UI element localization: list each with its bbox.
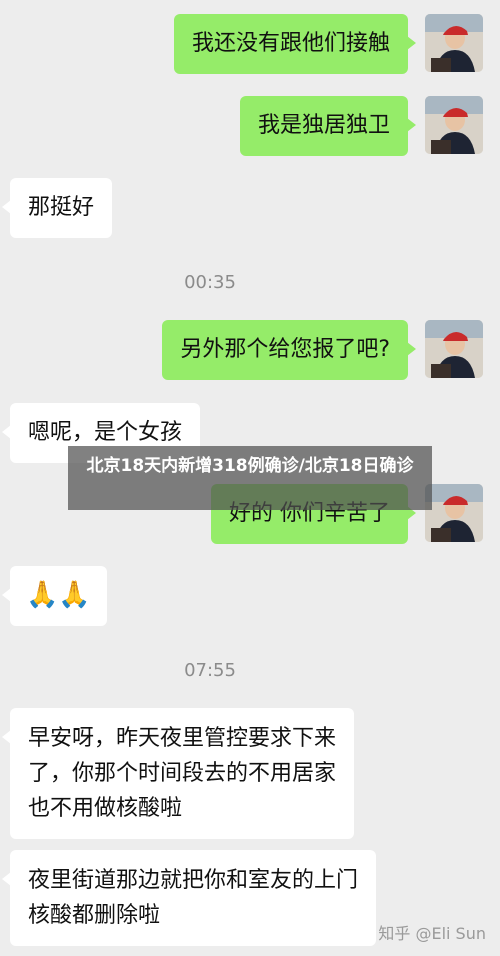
incoming-message-bubble[interactable]: 夜里街道那边就把你和室友的上门 核酸都删除啦: [1, 850, 377, 946]
my-avatar[interactable]: [425, 320, 483, 378]
message-text-line: 也不用做核酸啦: [28, 796, 183, 821]
message-text-line: 夜里街道那边就把你和室友的上门: [28, 868, 359, 893]
timestamp: 07:55: [184, 660, 236, 681]
message-text: 我是独居独卫: [257, 113, 390, 138]
message-text-line: 早安呀，昨天夜里管控要求下来: [28, 726, 337, 751]
message-text: 那挺好: [28, 195, 95, 220]
avatar-image-icon: [425, 96, 483, 154]
outgoing-message-bubble[interactable]: 我是独居独卫: [239, 96, 417, 156]
message-text-line: 了，你那个时间段去的不用居家: [28, 761, 337, 786]
message-text-line: 核酸都删除啦: [28, 903, 161, 928]
message-text: 另外那个给您报了吧?: [180, 337, 390, 362]
zhihu-watermark: 知乎 @Eli Sun: [378, 924, 486, 943]
timestamp: 00:35: [184, 272, 236, 293]
news-title-overlay: 北京18天内新增318例确诊/北京18日确诊: [68, 446, 432, 510]
pray-hands-emoji: 🙏🙏: [26, 580, 91, 610]
my-avatar[interactable]: [425, 484, 483, 542]
my-avatar[interactable]: [425, 14, 483, 72]
message-text: 嗯呢，是个女孩: [28, 420, 183, 445]
avatar-image-icon: [425, 14, 483, 72]
overlay-title-text: 北京18天内新增318例确诊/北京18日确诊: [86, 456, 414, 476]
avatar-image-icon: [425, 320, 483, 378]
outgoing-message-bubble[interactable]: 我还没有跟他们接触: [173, 14, 417, 74]
avatar-image-icon: [425, 484, 483, 542]
incoming-message-bubble[interactable]: 那挺好: [1, 178, 113, 238]
my-avatar[interactable]: [425, 96, 483, 154]
message-text: 我还没有跟他们接触: [191, 31, 390, 56]
chat-area: 我还没有跟他们接触 我是独居独卫 那挺好 00:35 另外那个给您报了吧? 嗯呢…: [0, 0, 500, 956]
incoming-message-bubble[interactable]: 🙏🙏: [2, 566, 107, 626]
incoming-message-bubble[interactable]: 早安呀，昨天夜里管控要求下来 了，你那个时间段去的不用居家 也不用做核酸啦: [1, 708, 355, 839]
outgoing-message-bubble[interactable]: 另外那个给您报了吧?: [162, 320, 416, 380]
